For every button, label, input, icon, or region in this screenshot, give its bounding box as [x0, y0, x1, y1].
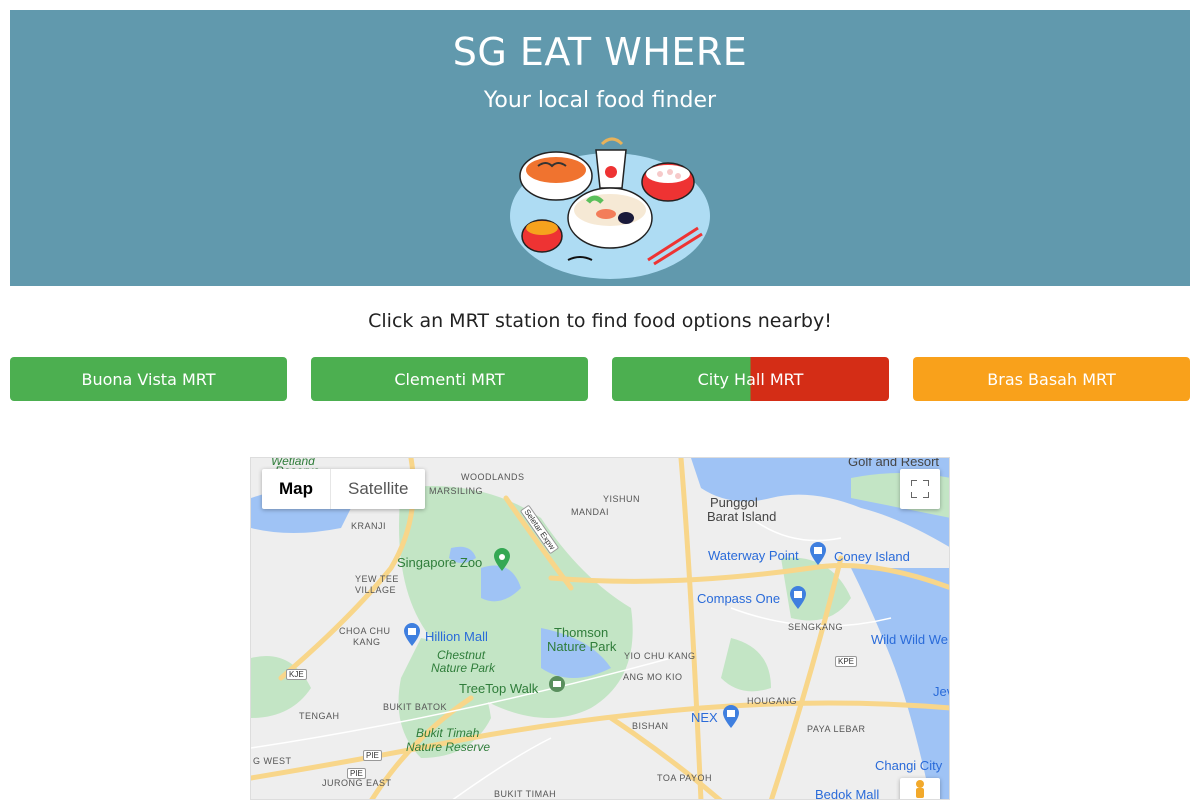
buona-vista-mrt-button[interactable]: Buona Vista MRT — [10, 357, 287, 401]
area-label: VILLAGE — [355, 585, 397, 595]
place-label[interactable]: Thomson — [554, 625, 608, 640]
area-label: YEW TEE — [355, 574, 399, 584]
area-label: YISHUN — [603, 494, 641, 504]
bras-basah-mrt-button[interactable]: Bras Basah MRT — [913, 357, 1190, 401]
hero-banner: SG EAT WHERE Your local food finder — [10, 10, 1190, 286]
place-label[interactable]: Coney Island — [834, 549, 910, 564]
map-type-map-button[interactable]: Map — [262, 469, 330, 509]
station-label: City Hall MRT — [697, 369, 804, 389]
place-label[interactable]: NEX — [691, 710, 718, 725]
area-label: WOODLANDS — [461, 472, 525, 482]
area-label: BUKIT TIMAH — [494, 789, 557, 799]
map-type-control: Map Satellite — [262, 469, 426, 509]
instruction-text: Click an MRT station to find food option… — [368, 310, 832, 332]
station-label: Bras Basah MRT — [987, 369, 1116, 389]
shopping-pin-icon[interactable] — [807, 540, 829, 566]
map-type-satellite-button[interactable]: Satellite — [330, 469, 425, 509]
area-label: KRANJI — [351, 521, 387, 531]
food-illustration — [510, 137, 710, 279]
place-label[interactable]: Chestnut — [437, 648, 485, 662]
place-label[interactable]: Nature Park — [547, 639, 616, 654]
area-label: YIO CHU KANG — [624, 651, 696, 661]
site-subtitle: Your local food finder — [483, 88, 717, 113]
area-label: BUKIT BATOK — [383, 702, 448, 712]
area-label: JURONG EAST — [322, 778, 392, 788]
area-label: HOUGANG — [747, 696, 798, 706]
shopping-pin-icon[interactable] — [401, 621, 423, 647]
place-label[interactable]: Nature Park — [431, 661, 495, 675]
place-label[interactable]: TreeTop Walk — [459, 681, 538, 696]
area-label: TENGAH — [299, 711, 340, 721]
area-label: BISHAN — [632, 721, 669, 731]
area-label: KANG — [353, 637, 381, 647]
highway-label: PIE — [363, 750, 382, 761]
highway-label: KPE — [835, 656, 858, 667]
place-label[interactable]: Bedok Mall — [815, 787, 879, 799]
fullscreen-button[interactable] — [900, 469, 940, 509]
zoo-pin-icon[interactable] — [491, 546, 513, 572]
shopping-pin-icon[interactable] — [787, 584, 809, 610]
fullscreen-icon — [911, 480, 929, 498]
place-label[interactable]: Hillion Mall — [425, 629, 488, 644]
place-label[interactable]: Golf and Resort — [848, 458, 939, 469]
attraction-icon[interactable] — [547, 674, 567, 694]
place-label[interactable]: Wild Wild We — [871, 632, 948, 647]
place-label[interactable]: Nature Reserve — [406, 740, 490, 754]
clementi-mrt-button[interactable]: Clementi MRT — [311, 357, 588, 401]
google-map[interactable]: WOODLANDS MARSILING YISHUN MANDAI KRANJI… — [250, 457, 950, 800]
place-label[interactable]: Changi City — [875, 758, 942, 773]
place-label[interactable]: Barat Island — [707, 509, 776, 524]
place-label[interactable]: Compass One — [697, 591, 780, 606]
area-label: G WEST — [253, 756, 292, 766]
place-label[interactable]: Waterway Point — [708, 548, 799, 563]
station-label: Buona Vista MRT — [81, 369, 216, 389]
station-label: Clementi MRT — [394, 369, 505, 389]
place-label[interactable]: Punggol — [710, 495, 758, 510]
area-label: MANDAI — [571, 507, 610, 517]
area-label: SENGKANG — [788, 622, 844, 632]
area-label: PAYA LEBAR — [807, 724, 866, 734]
highway-label: PIE — [347, 768, 366, 779]
shopping-pin-icon[interactable] — [720, 703, 742, 729]
area-label: TOA PAYOH — [657, 773, 713, 783]
site-title: SG EAT WHERE — [452, 30, 748, 74]
area-label: CHOA CHU — [339, 626, 391, 636]
place-label[interactable]: Singapore Zoo — [397, 555, 482, 570]
area-label: ANG MO KIO — [623, 672, 683, 682]
city-hall-mrt-button[interactable]: City Hall MRT — [612, 357, 889, 401]
street-view-button[interactable] — [900, 778, 940, 799]
highway-label: KJE — [286, 669, 307, 680]
place-label[interactable]: Jev — [933, 684, 949, 699]
area-label: MARSILING — [429, 486, 484, 496]
pegman-icon — [916, 780, 924, 798]
place-label[interactable]: Bukit Timah — [416, 726, 479, 740]
